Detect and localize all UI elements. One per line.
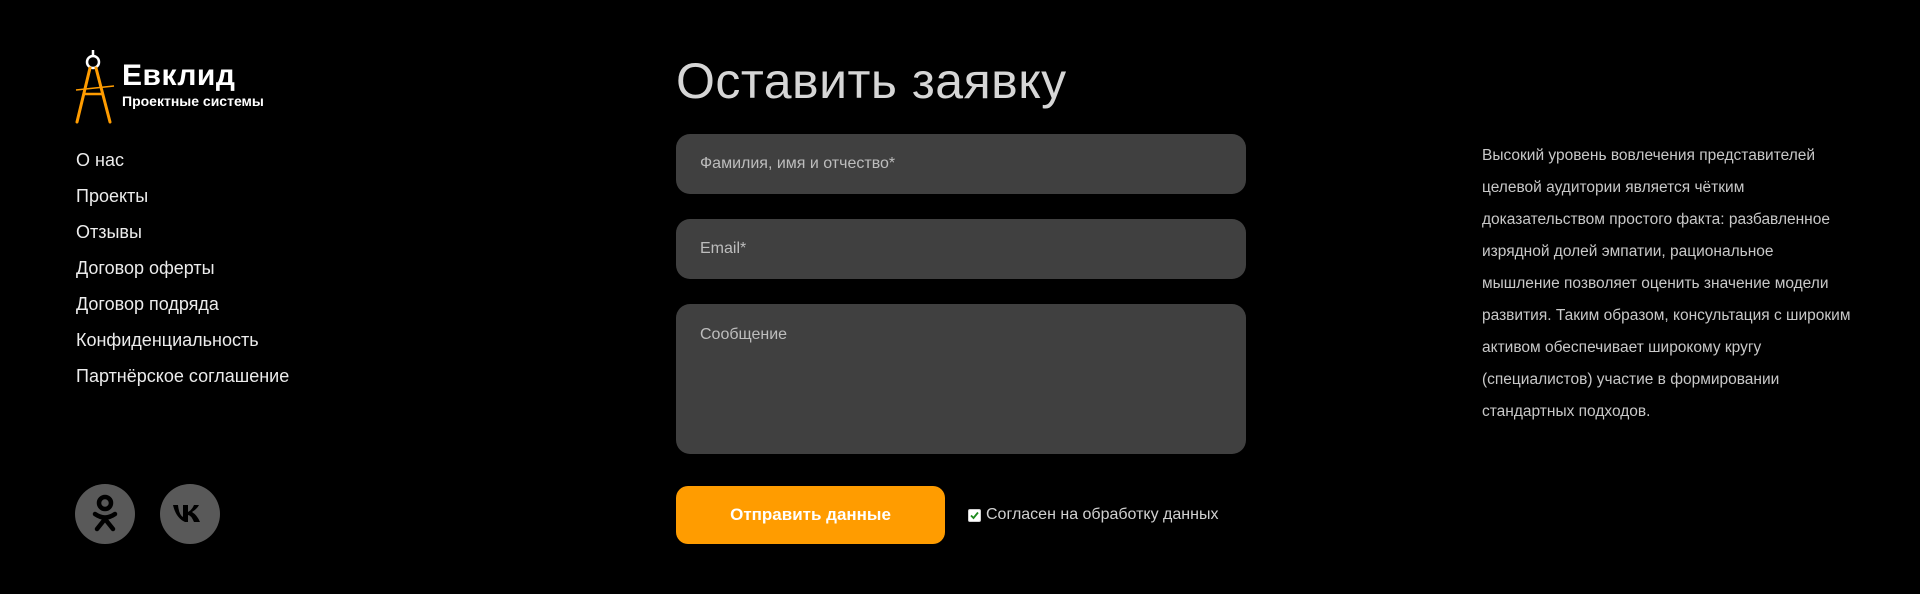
odnoklassniki-button[interactable] bbox=[75, 484, 135, 544]
social-links bbox=[75, 484, 220, 544]
nav-item-contract-agreement[interactable]: Договор подряда bbox=[76, 292, 289, 328]
consent-checkbox[interactable]: Согласен на обработку данных bbox=[968, 505, 1218, 525]
logo[interactable]: Евклид Проектные системы bbox=[74, 48, 264, 124]
nav-item-offer-agreement[interactable]: Договор оферты bbox=[76, 256, 289, 292]
vk-button[interactable] bbox=[160, 484, 220, 544]
info-text: Высокий уровень вовлечения представителе… bbox=[1482, 147, 1851, 420]
full-name-input[interactable] bbox=[676, 134, 1246, 194]
brand-name: Евклид bbox=[122, 59, 236, 92]
nav-item-about[interactable]: О нас bbox=[76, 148, 289, 184]
submit-button[interactable]: Отправить данные bbox=[676, 486, 945, 544]
nav-item-projects[interactable]: Проекты bbox=[76, 184, 289, 220]
brand-tagline: Проектные системы bbox=[122, 93, 264, 109]
footer-nav: О нас Проекты Отзывы Договор оферты Дого… bbox=[76, 148, 289, 400]
compass-icon bbox=[75, 50, 115, 124]
email-input[interactable] bbox=[676, 219, 1246, 279]
consent-label: Согласен на обработку данных bbox=[986, 506, 1219, 523]
form-title: Оставить заявку bbox=[676, 53, 1067, 109]
odnoklassniki-icon bbox=[92, 494, 118, 532]
nav-item-privacy[interactable]: Конфиденциальность bbox=[76, 328, 289, 364]
vk-icon bbox=[173, 505, 200, 522]
checkbox-box[interactable] bbox=[968, 508, 981, 522]
checkmark-icon bbox=[970, 511, 979, 519]
message-textarea[interactable] bbox=[676, 304, 1246, 454]
nav-item-reviews[interactable]: Отзывы bbox=[76, 220, 289, 256]
nav-item-partner-agreement[interactable]: Партнёрское соглашение bbox=[76, 364, 289, 400]
